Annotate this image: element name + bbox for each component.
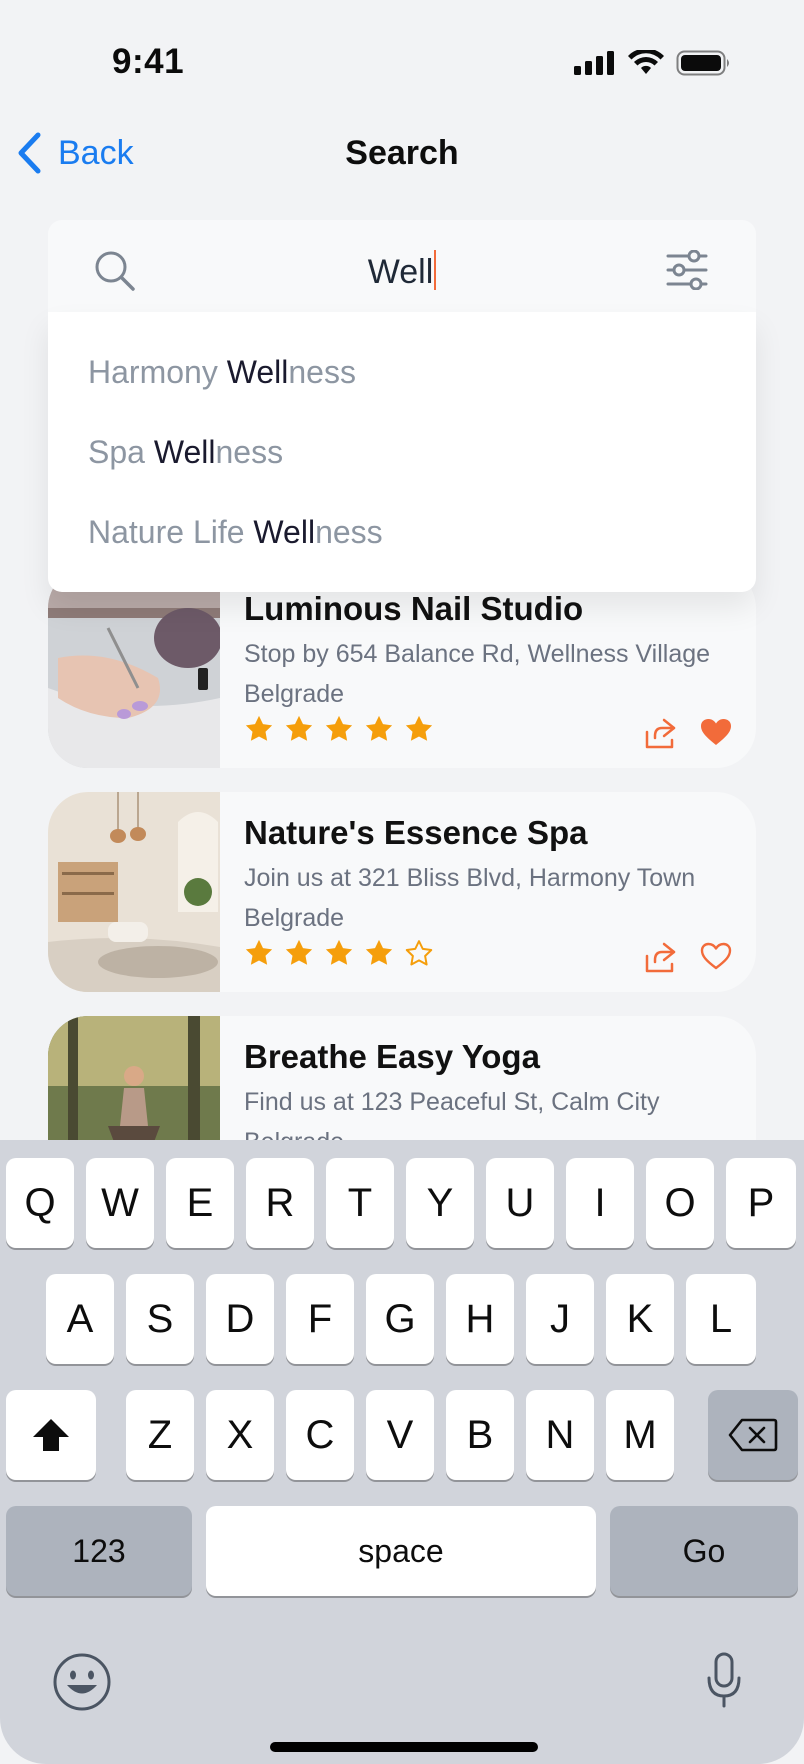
star-icon: [325, 715, 353, 741]
key-s[interactable]: S: [126, 1274, 194, 1364]
key-l[interactable]: L: [686, 1274, 756, 1364]
key-g[interactable]: G: [366, 1274, 434, 1364]
nav-bar: Back Search: [0, 120, 804, 180]
suggestion-item[interactable]: Spa Wellness: [88, 434, 283, 471]
spa-photo: [48, 792, 220, 992]
star-icon: [285, 939, 313, 965]
star-outline-icon: [405, 940, 433, 966]
star-icon: [285, 715, 313, 741]
key-y[interactable]: Y: [406, 1158, 474, 1248]
suggestion-item[interactable]: Nature Life Wellness: [88, 514, 383, 551]
keyboard: Q W E R T Y U I O P A S D F G H J K L Z …: [0, 1140, 804, 1764]
result-card[interactable]: Nature's Essence Spa Join us at 321 Blis…: [48, 792, 756, 992]
star-icon: [245, 939, 273, 965]
heart-outline-icon[interactable]: [700, 942, 732, 970]
key-z[interactable]: Z: [126, 1390, 194, 1480]
backspace-key[interactable]: [708, 1390, 798, 1480]
key-t[interactable]: T: [326, 1158, 394, 1248]
key-d[interactable]: D: [206, 1274, 274, 1364]
rating-stars: [244, 938, 434, 968]
star-icon: [365, 939, 393, 965]
emoji-icon[interactable]: [52, 1652, 112, 1712]
status-time: 9:41: [112, 42, 185, 81]
suggestion-match: Well: [253, 514, 316, 550]
wifi-icon: [628, 50, 664, 74]
space-key[interactable]: space: [206, 1506, 596, 1596]
key-f[interactable]: F: [286, 1274, 354, 1364]
search-bar[interactable]: Well: [48, 220, 756, 320]
page-title: Search: [345, 134, 459, 172]
key-n[interactable]: N: [526, 1390, 594, 1480]
key-c[interactable]: C: [286, 1390, 354, 1480]
result-city: Belgrade: [244, 904, 345, 932]
star-icon: [325, 939, 353, 965]
result-card[interactable]: Luminous Nail Studio Stop by 654 Balance…: [48, 568, 756, 768]
result-address: Find us at 123 Peaceful St, Calm City: [244, 1088, 660, 1116]
home-indicator: [270, 1742, 538, 1752]
suggestion-suffix: ness: [288, 354, 356, 390]
star-icon: [245, 715, 273, 741]
status-icons: [574, 50, 732, 76]
share-icon[interactable]: [644, 716, 678, 750]
key-x[interactable]: X: [206, 1390, 274, 1480]
text-caret: [434, 250, 437, 290]
key-j[interactable]: J: [526, 1274, 594, 1364]
key-q[interactable]: Q: [6, 1158, 74, 1248]
battery-icon: [676, 50, 729, 76]
suggestions-dropdown: Harmony Wellness Spa Wellness Nature Lif…: [48, 312, 756, 592]
key-e[interactable]: E: [166, 1158, 234, 1248]
key-w[interactable]: W: [86, 1158, 154, 1248]
result-city: Belgrade: [244, 680, 345, 708]
shift-key[interactable]: [6, 1390, 96, 1480]
search-input-value: Well: [367, 253, 434, 291]
suggestion-suffix: ness: [315, 514, 383, 550]
key-i[interactable]: I: [566, 1158, 634, 1248]
result-title: Nature's Essence Spa: [244, 814, 588, 851]
key-b[interactable]: B: [446, 1390, 514, 1480]
key-v[interactable]: V: [366, 1390, 434, 1480]
numbers-key[interactable]: 123: [6, 1506, 192, 1596]
suggestion-prefix: Nature Life: [88, 514, 254, 550]
result-title: Breathe Easy Yoga: [244, 1038, 540, 1075]
suggestion-match: Well: [153, 434, 216, 470]
suggestion-match: Well: [226, 354, 289, 390]
result-address: Stop by 654 Balance Rd, Wellness Village: [244, 640, 711, 668]
key-m[interactable]: M: [606, 1390, 674, 1480]
key-o[interactable]: O: [646, 1158, 714, 1248]
phone-screen: 9:41 Back Search Well Harmony Wellness S…: [0, 0, 804, 1764]
result-address: Join us at 321 Bliss Blvd, Harmony Town: [244, 864, 696, 892]
suggestion-suffix: ness: [215, 434, 284, 470]
key-h[interactable]: H: [446, 1274, 514, 1364]
shift-icon: [33, 1419, 69, 1451]
share-icon[interactable]: [644, 940, 678, 974]
backspace-icon: [728, 1418, 778, 1452]
key-a[interactable]: A: [46, 1274, 114, 1364]
result-title: Luminous Nail Studio: [244, 590, 584, 627]
star-icon: [365, 715, 393, 741]
heart-icon[interactable]: [700, 718, 732, 746]
filter-icon[interactable]: [666, 250, 708, 290]
suggestion-item[interactable]: Harmony Wellness: [88, 354, 356, 391]
rating-stars: [244, 714, 434, 744]
mic-icon[interactable]: [706, 1652, 742, 1708]
suggestion-prefix: Spa: [88, 434, 154, 470]
status-bar: 9:41: [0, 0, 804, 120]
nail-studio-photo: [48, 568, 220, 768]
key-p[interactable]: P: [726, 1158, 796, 1248]
key-u[interactable]: U: [486, 1158, 554, 1248]
search-input[interactable]: Well: [48, 250, 756, 292]
key-k[interactable]: K: [606, 1274, 674, 1364]
star-icon: [405, 715, 433, 741]
go-key[interactable]: Go: [610, 1506, 798, 1596]
signal-icon: [574, 51, 614, 75]
key-r[interactable]: R: [246, 1158, 314, 1248]
suggestion-prefix: Harmony: [88, 354, 227, 390]
